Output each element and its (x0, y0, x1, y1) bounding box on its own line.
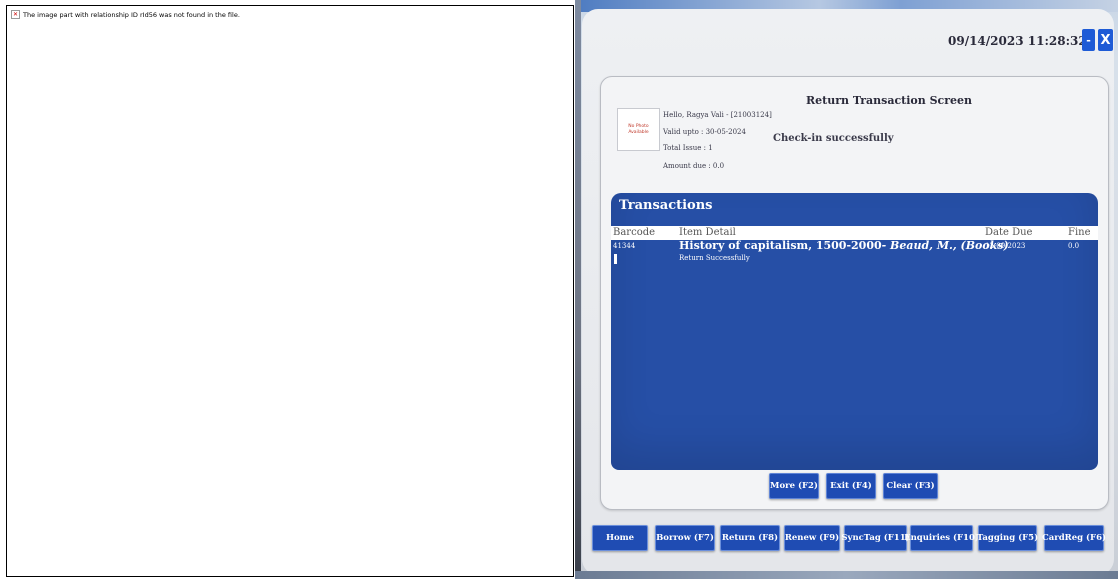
column-header-fine: Fine (1068, 227, 1091, 238)
patron-valid-upto: Valid upto : 30-05-2024 (663, 128, 746, 136)
patron-amount-due: Amount due : 0.0 (663, 162, 725, 170)
cell-barcode: 41344 (613, 242, 636, 250)
cell-date-due: 12-09-2023 (985, 242, 1026, 250)
broken-image-icon: ✕ (11, 10, 20, 19)
return-transaction-panel: No Photo Available Hello, Ragya Vali - [… (600, 76, 1109, 510)
kiosk-photo: 09/14/2023 11:28:32 - X No Photo Availab… (575, 0, 1118, 579)
nav-enquiries-button[interactable]: Enquiries (F10) (904, 525, 979, 551)
kiosk-screen: 09/14/2023 11:28:32 - X No Photo Availab… (582, 9, 1114, 575)
transactions-title: Transactions (619, 198, 713, 213)
column-header-item-detail: Item Detail (679, 227, 736, 238)
cell-item-detail: History of capitalism, 1500-2000- Beaud,… (679, 239, 1009, 252)
patron-photo-placeholder: No Photo Available (617, 108, 660, 151)
item-title: History of capitalism, 1500-2000 (679, 239, 882, 252)
nav-cardreg-button[interactable]: CardReg (F6) (1042, 525, 1106, 551)
nav-renew-button[interactable]: Renew (F9) (784, 525, 840, 551)
table-header: Barcode Item Detail Date Due Fine (611, 226, 1098, 240)
close-button[interactable]: X (1098, 29, 1113, 51)
patron-total-issues: Total Issue : 1 (663, 144, 713, 152)
nav-synctag-button[interactable]: SyncTag (F11) (841, 525, 910, 551)
nav-tagging-button[interactable]: Tagging (F5) (977, 525, 1038, 551)
transactions-table: Transactions Barcode Item Detail Date Du… (611, 193, 1098, 470)
cell-fine: 0.0 (1068, 242, 1080, 250)
minimize-button[interactable]: - (1082, 29, 1095, 51)
clear-button[interactable]: Clear (F3) (883, 473, 938, 499)
nav-home-button[interactable]: Home (592, 525, 648, 551)
nav-borrow-button[interactable]: Borrow (F7) (655, 525, 715, 551)
broken-image-frame: ✕ The image part with relationship ID rI… (6, 5, 574, 577)
status-message: Check-in successfully (773, 133, 894, 144)
nav-return-button[interactable]: Return (F8) (720, 525, 780, 551)
datetime-display: 09/14/2023 11:28:32 (948, 34, 1087, 48)
photo-edge (575, 0, 581, 579)
broken-image-message: ✕ The image part with relationship ID rI… (11, 10, 240, 19)
more-button[interactable]: More (F2) (769, 473, 819, 499)
no-photo-line2: Available (628, 129, 649, 135)
broken-image-text: The image part with relationship ID rId5… (23, 10, 240, 19)
cell-return-status: Return Successfully (679, 254, 750, 262)
exit-button[interactable]: Exit (F4) (826, 473, 876, 499)
row-selection-marker (614, 254, 617, 264)
column-header-date-due: Date Due (985, 227, 1033, 238)
photo-bottom-edge (575, 571, 1118, 579)
page-title: Return Transaction Screen (806, 94, 973, 107)
patron-greeting: Hello, Ragya Vali - [21003124] (663, 111, 772, 119)
column-header-barcode: Barcode (613, 227, 656, 238)
